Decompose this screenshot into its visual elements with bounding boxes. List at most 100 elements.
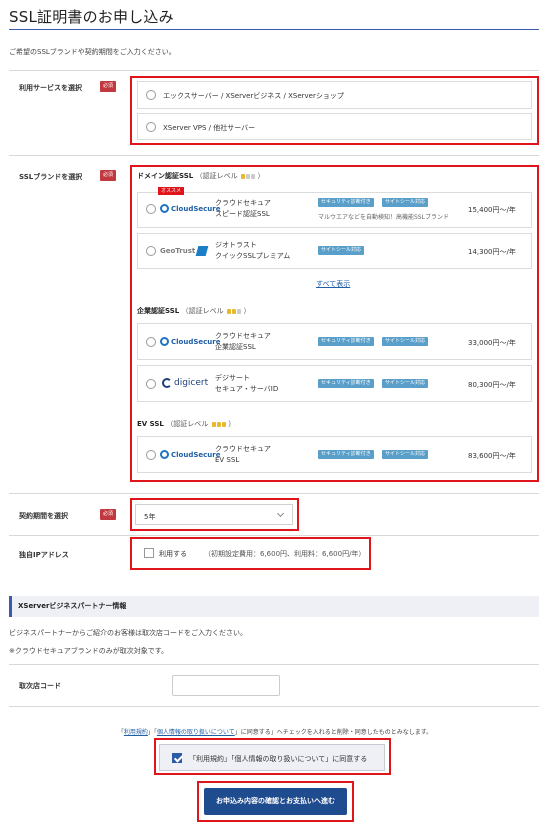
divider xyxy=(9,535,539,536)
partner-code-input[interactable] xyxy=(172,675,280,696)
terms-link[interactable]: 利用規約 xyxy=(124,729,148,736)
recommend-badge: オススメ xyxy=(158,187,185,195)
divider xyxy=(9,664,539,665)
ip-fee-text: （初期設定費用：6,600円、利用料：6,600円/年） xyxy=(204,550,366,558)
section-title: EV SSL xyxy=(137,420,164,428)
logo-text: CloudSecure xyxy=(171,204,221,213)
brand-product: 企業認証SSL xyxy=(215,343,256,351)
section-level-end: ） xyxy=(243,307,251,315)
section-level: （認証レベル xyxy=(195,172,238,180)
page-title: SSL証明書のお申し込み xyxy=(9,8,174,26)
period-selected: 5年 xyxy=(144,513,156,521)
lock-icon xyxy=(246,173,251,179)
ip-checkbox[interactable] xyxy=(144,548,154,558)
cloudsecure-icon xyxy=(160,450,169,459)
submit-button[interactable]: お申込み内容の確認とお支払いへ進む xyxy=(204,788,347,815)
lock-icon xyxy=(232,308,237,314)
partner-line-1: ビジネスパートナーからご紹介のお客様は取次店コードをご入力ください。 xyxy=(9,629,247,637)
brand-price: 14,300円～/年 xyxy=(468,248,516,256)
cloudsecure-icon xyxy=(160,337,169,346)
lock-icon xyxy=(241,173,246,179)
brand-option-cloudsecure-speed[interactable]: オススメ CloudSecure クラウドセキュア スピード認証SSL セキュリ… xyxy=(137,187,532,228)
divider xyxy=(9,706,539,707)
required-badge: 必須 xyxy=(100,509,116,520)
section-level-end: ） xyxy=(257,172,265,180)
logo-text: digicert xyxy=(174,378,209,388)
agree-label[interactable]: 「利用規約」「個人情報の取り扱いについて」に同意する xyxy=(189,754,367,764)
geotrust-icon xyxy=(195,246,209,256)
radio-button[interactable] xyxy=(146,122,156,132)
security-badge: セキュリティ診断付き xyxy=(318,379,374,388)
section-level: （認証レベル xyxy=(181,307,224,315)
intro-text: ご希望のSSLブランドや契約期間をご入力ください。 xyxy=(9,48,176,56)
lock-icon xyxy=(216,421,221,427)
service-option-label: XServer VPS / 他社サーバー xyxy=(163,124,256,132)
digicert-icon xyxy=(162,378,172,388)
brand-price: 80,300円～/年 xyxy=(468,381,516,389)
siteseal-badge: サイトシール対応 xyxy=(382,337,429,346)
consent-post: 」に同意する」へチェックを入れると削除・同意したものとみなします。 xyxy=(234,729,433,736)
brand-option-cloudsecure-ev[interactable]: CloudSecure クラウドセキュア EV SSL セキュリティ診断付き サ… xyxy=(137,436,532,473)
lock-icon xyxy=(211,421,216,427)
brand-product: スピード認証SSL xyxy=(215,210,270,218)
ip-checkbox-label[interactable]: 利用する xyxy=(159,549,187,559)
partner-line-2: ※クラウドセキュアブランドのみが取次対象です。 xyxy=(9,647,169,655)
brand-product: EV SSL xyxy=(215,456,240,464)
brand-note: マルウエアなどを自動検知！高機能SSLブランド xyxy=(318,214,449,221)
radio-button[interactable] xyxy=(146,246,156,256)
brand-name: クラウドセキュア xyxy=(215,445,271,453)
brand-option-digicert[interactable]: digicert デジサート セキュア・サーバID セキュリティ診断付き サイト… xyxy=(137,365,532,402)
consent-mid: 」「 xyxy=(147,729,157,736)
show-all-link[interactable]: すべて表示 xyxy=(316,279,350,289)
brand-product: クイックSSLプレミアム xyxy=(215,252,291,260)
agree-checkbox-area[interactable]: 「利用規約」「個人情報の取り扱いについて」に同意する xyxy=(159,744,385,771)
service-option-vps[interactable]: XServer VPS / 他社サーバー xyxy=(137,113,532,140)
radio-button[interactable] xyxy=(146,90,156,100)
siteseal-badge: サイトシール対応 xyxy=(318,246,365,255)
service-option-xserver[interactable]: エックスサーバー / XServerビジネス / XServerショップ xyxy=(137,81,532,109)
lock-icon xyxy=(237,308,242,314)
agree-checkbox[interactable] xyxy=(172,753,182,763)
security-badge: セキュリティ診断付き xyxy=(318,337,374,346)
security-badge: セキュリティ診断付き xyxy=(318,450,374,459)
brand-option-geotrust[interactable]: GeoTrust ジオトラスト クイックSSLプレミアム サイトシール対応 14… xyxy=(137,233,532,269)
period-select[interactable]: 5年 xyxy=(135,504,293,525)
brand-option-cloudsecure-ov[interactable]: CloudSecure クラウドセキュア 企業認証SSL セキュリティ診断付き … xyxy=(137,323,532,360)
privacy-link[interactable]: 個人情報の取り扱いについて xyxy=(157,729,235,736)
brand-label: SSLブランドを選択 xyxy=(19,173,83,181)
radio-button[interactable] xyxy=(146,204,156,214)
required-badge: 必須 xyxy=(100,81,116,92)
title-underline xyxy=(9,29,539,30)
brand-price: 33,000円～/年 xyxy=(468,339,516,347)
logo-text: GeoTrust xyxy=(160,247,196,255)
partner-heading: XServerビジネスパートナー情報 xyxy=(9,596,539,617)
section-title: 企業認証SSL xyxy=(137,307,180,315)
code-label: 取次店コード xyxy=(19,682,61,690)
brand-product: セキュア・サーバID xyxy=(215,385,279,393)
siteseal-badge: サイトシール対応 xyxy=(382,450,429,459)
radio-button[interactable] xyxy=(146,337,156,347)
radio-button[interactable] xyxy=(146,379,156,389)
lock-icon xyxy=(251,173,256,179)
cloudsecure-logo: CloudSecure xyxy=(160,204,220,213)
section-ov-ssl: 企業認証SSL （認証レベル ） xyxy=(137,306,251,316)
ip-label: 独自IPアドレス xyxy=(19,551,69,559)
brand-price: 83,600円～/年 xyxy=(468,452,516,460)
logo-text: CloudSecure xyxy=(171,337,221,346)
brand-price: 15,400円～/年 xyxy=(468,206,516,214)
lock-icon xyxy=(221,421,226,427)
siteseal-badge: サイトシール対応 xyxy=(382,198,429,207)
service-label: 利用サービスを選択 xyxy=(19,84,82,92)
radio-button[interactable] xyxy=(146,450,156,460)
divider xyxy=(9,70,539,71)
security-badge: セキュリティ診断付き xyxy=(318,198,374,207)
divider xyxy=(9,493,539,494)
section-level: （認証レベル xyxy=(166,420,209,428)
cloudsecure-icon xyxy=(160,204,169,213)
section-domain-ssl: ドメイン認証SSL （認証レベル ） xyxy=(137,171,265,181)
section-ev-ssl: EV SSL （認証レベル ） xyxy=(137,419,235,429)
required-badge: 必須 xyxy=(100,170,116,181)
section-title: ドメイン認証SSL xyxy=(137,172,194,180)
partner-heading-text: XServerビジネスパートナー情報 xyxy=(18,602,127,610)
cloudsecure-logo: CloudSecure xyxy=(160,337,220,346)
